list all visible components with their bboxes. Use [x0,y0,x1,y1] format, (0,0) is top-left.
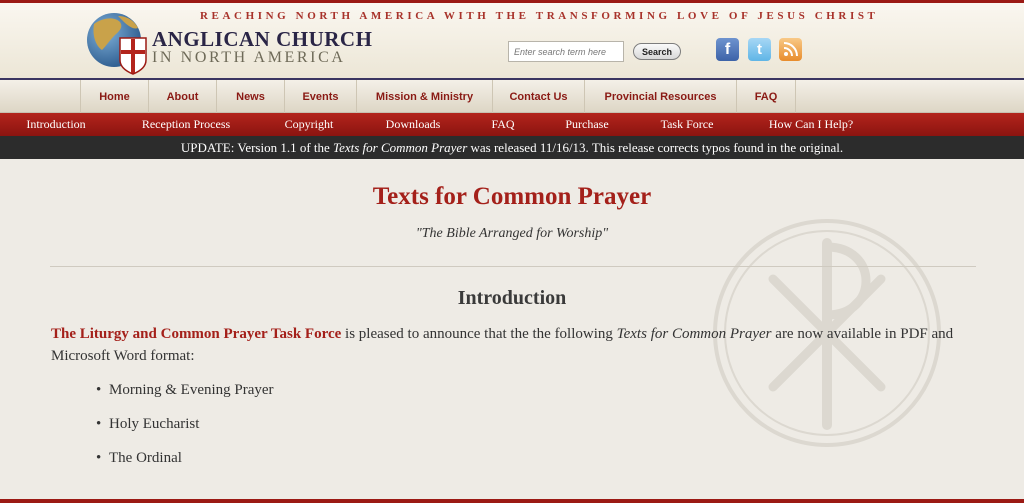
site-header: REACHING NORTH AMERICA WITH THE TRANSFOR… [0,3,1024,80]
acna-globe-logo-icon[interactable] [84,10,150,76]
subnav-introduction[interactable]: Introduction [0,113,112,136]
update-italic: Texts for Common Prayer [333,139,468,155]
nav-provincial-resources[interactable]: Provincial Resources [584,80,736,113]
page-subtitle: "The Bible Arranged for Worship" [415,226,609,241]
update-prefix: UPDATE: Version 1.1 of the [180,139,334,155]
list-item-label: The Ordinal [109,450,182,466]
subnav-downloads[interactable]: Downloads [358,113,468,136]
sub-navigation: Introduction Reception Process Copyright… [0,113,1024,136]
bullet-icon: • [96,416,102,432]
nav-news[interactable]: News [216,80,284,113]
update-notice: UPDATE: Version 1.1 of the Texts for Com… [0,136,1024,159]
list-item: • The Ordinal [96,447,274,481]
text-list: • Morning & Evening Prayer • Holy Eucharis… [96,379,274,481]
logo-text-line2[interactable]: IN NORTH AMERICA [152,49,346,67]
main-navigation: Home About News Events Mission & Ministr… [0,80,1024,113]
subnav-how-can-i-help[interactable]: How Can I Help? [738,113,884,136]
page-title: Texts for Common Prayer [372,183,652,210]
update-suffix: was released 11/16/13. This release corr… [467,139,844,155]
twitter-icon[interactable]: t [748,38,771,61]
subnav-copyright[interactable]: Copyright [260,113,358,136]
list-item: • Morning & Evening Prayer [96,379,274,413]
nav-faq[interactable]: FAQ [736,80,796,113]
subnav-task-force[interactable]: Task Force [636,113,738,136]
subnav-purchase[interactable]: Purchase [538,113,636,136]
list-item-label: Morning & Evening Prayer [109,382,274,398]
main-content: Texts for Common Prayer "The Bible Arran… [0,159,1024,499]
nav-about[interactable]: About [148,80,216,113]
nav-events[interactable]: Events [284,80,356,113]
nav-contact-us[interactable]: Contact Us [492,80,584,113]
site-tagline: REACHING NORTH AMERICA WITH THE TRANSFOR… [200,10,879,22]
bullet-icon: • [96,450,102,466]
bottom-accent-bar [0,499,1024,503]
subnav-reception-process[interactable]: Reception Process [112,113,260,136]
search-input[interactable] [508,41,624,62]
search-button[interactable]: Search [633,43,681,60]
list-item-label: Holy Eucharist [109,416,200,432]
nav-home[interactable]: Home [80,80,148,113]
intro-paragraph: The Liturgy and Common Prayer Task Force… [51,323,981,367]
section-title: Introduction [457,287,567,309]
facebook-icon[interactable]: f [716,38,739,61]
bullet-icon: • [96,382,102,398]
subnav-faq[interactable]: FAQ [468,113,538,136]
task-force-link[interactable]: The Liturgy and Common Prayer Task Force [51,326,341,342]
intro-italic: Texts for Common Prayer [616,326,772,342]
intro-middle: is pleased to announce that the the foll… [341,326,617,342]
list-item: • Holy Eucharist [96,413,274,447]
rss-icon[interactable] [779,38,802,61]
section-divider [50,266,976,267]
nav-mission-ministry[interactable]: Mission & Ministry [356,80,492,113]
